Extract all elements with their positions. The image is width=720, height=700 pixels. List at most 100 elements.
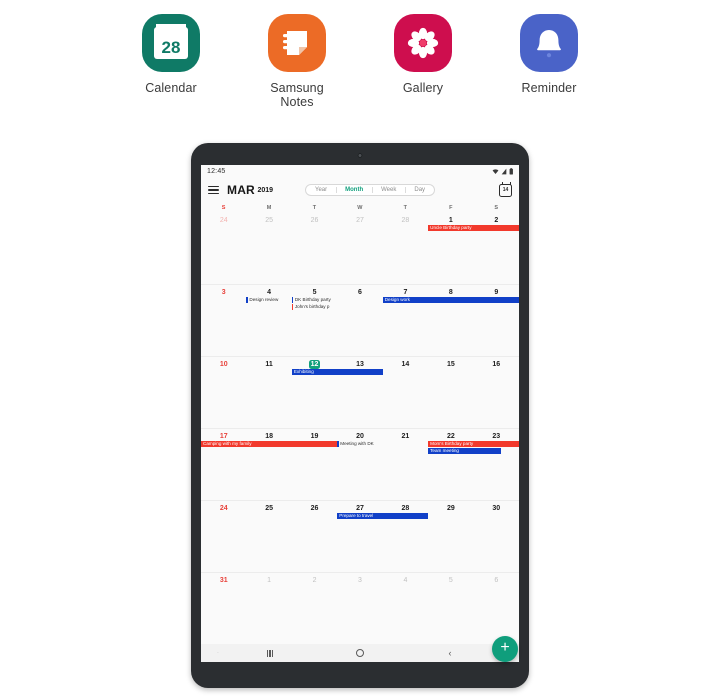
- calendar-day-cell[interactable]: 16: [474, 357, 519, 369]
- calendar-event-bar[interactable]: Exhibiting: [291, 369, 383, 375]
- app-shortcut-gallery[interactable]: Gallery: [377, 14, 469, 109]
- calendar-day-cell[interactable]: 6: [337, 285, 382, 297]
- calendar-day-cell[interactable]: 27: [337, 501, 382, 513]
- page-title-month: MAR: [227, 183, 255, 197]
- calendar-day-cell[interactable]: 20: [337, 429, 382, 441]
- calendar-day-cell[interactable]: 3: [337, 573, 382, 585]
- calendar-day-cell[interactable]: 4: [383, 573, 428, 585]
- calendar-event-bar[interactable]: Prepare to travel: [337, 513, 429, 519]
- tab-month[interactable]: Month: [336, 185, 372, 195]
- calendar-event-bar[interactable]: Design review: [246, 297, 291, 303]
- calendar-icon-day-number: 28: [161, 38, 181, 57]
- calendar-day-cell[interactable]: 24: [201, 501, 246, 513]
- calendar-day-cell[interactable]: 19: [292, 429, 337, 441]
- battery-icon: [509, 168, 513, 175]
- calendar-event-bar[interactable]: Design work: [382, 297, 519, 303]
- calendar-day-cell[interactable]: 25: [246, 213, 291, 225]
- calendar-day-cell[interactable]: 13: [337, 357, 382, 369]
- calendar-day-cell[interactable]: 14: [383, 357, 428, 369]
- day-number-row: 3456789: [201, 285, 519, 297]
- calendar-day-cell[interactable]: 1: [428, 213, 473, 225]
- calendar-day-cell[interactable]: 9: [474, 285, 519, 297]
- app-shortcut-samsung-notes[interactable]: Samsung Notes: [251, 14, 343, 109]
- today-calendar-icon[interactable]: 14: [499, 182, 512, 197]
- calendar-event-bar[interactable]: DK Birthday party: [291, 297, 337, 303]
- nav-left-dot: ·: [217, 650, 219, 656]
- calendar-day-cell[interactable]: 30: [474, 501, 519, 513]
- calendar-event-bar[interactable]: Team meeting: [428, 448, 501, 455]
- calendar-day-cell[interactable]: 26: [292, 213, 337, 225]
- calendar-day-cell[interactable]: 11: [246, 357, 291, 369]
- weekday-header-wed: W: [357, 205, 363, 211]
- calendar-event-bar[interactable]: Uncle Birthday party: [428, 225, 519, 231]
- calendar-event-bar[interactable]: Camping with my family: [201, 441, 338, 447]
- app-shortcut-reminder[interactable]: Reminder: [503, 14, 595, 109]
- calendar-day-cell[interactable]: 7: [383, 285, 428, 297]
- calendar-icon[interactable]: 28: [142, 14, 200, 72]
- calendar-day-cell[interactable]: 31: [201, 573, 246, 585]
- calendar-event-bar[interactable]: Mom's Birthday party: [428, 441, 519, 447]
- calendar-day-cell[interactable]: 23: [474, 429, 519, 441]
- calendar-day-cell[interactable]: 28: [383, 213, 428, 225]
- app-shortcut-row: 28 Calendar Samsung Notes Gallery Remind…: [0, 14, 720, 109]
- calendar-day-cell[interactable]: 24: [201, 213, 246, 225]
- calendar-event-bar[interactable]: John's birthday p: [291, 304, 337, 311]
- calendar-week-row: 17 18 19 20 21 22 23 Camping with my family Meet…: [201, 428, 519, 500]
- status-bar-time: 12:45: [207, 168, 226, 175]
- day-number-row: 24 25 26 27 28 1 2: [201, 213, 519, 225]
- home-icon: [356, 649, 364, 657]
- app-shortcut-calendar[interactable]: 28 Calendar: [125, 14, 217, 109]
- status-bar: 12:45: [201, 165, 519, 178]
- calendar-day-cell[interactable]: 27: [337, 213, 382, 225]
- tablet-screen: 12:45 MAR 2019 Year Month Week Day 14 S …: [201, 165, 519, 662]
- today-icon-number: 14: [502, 187, 509, 193]
- tab-day[interactable]: Day: [405, 185, 434, 195]
- app-shortcut-label-calendar: Calendar: [145, 81, 197, 95]
- calendar-day-cell[interactable]: 4: [246, 285, 291, 297]
- calendar-day-cell[interactable]: 22: [428, 429, 473, 441]
- add-event-button[interactable]: +: [492, 636, 518, 662]
- add-event-plus-icon: +: [500, 639, 510, 656]
- calendar-week-row: 3 4 5 6 7 8 9 Design review DK Birthday party Joh…: [201, 284, 519, 356]
- calendar-week-row: 10 11 12 13 14 15 16 Exhibiting: [201, 356, 519, 428]
- calendar-day-cell[interactable]: 2: [474, 213, 519, 225]
- home-button[interactable]: [315, 649, 405, 657]
- calendar-day-cell[interactable]: 10: [201, 357, 246, 369]
- calendar-day-cell[interactable]: 8: [428, 285, 473, 297]
- flower-gallery-icon[interactable]: [394, 14, 452, 72]
- calendar-day-cell[interactable]: 1: [246, 573, 291, 585]
- back-icon: ‹: [448, 647, 452, 658]
- calendar-day-cell[interactable]: 18: [246, 429, 291, 441]
- bell-icon[interactable]: [520, 14, 578, 72]
- hamburger-menu-icon[interactable]: [208, 185, 219, 195]
- calendar-day-cell[interactable]: 5: [292, 285, 337, 297]
- calendar-day-cell[interactable]: 15: [428, 357, 473, 369]
- calendar-day-cell[interactable]: 26: [292, 501, 337, 513]
- calendar-day-cell[interactable]: 2: [292, 573, 337, 585]
- calendar-day-cell[interactable]: 6: [474, 573, 519, 585]
- calendar-day-cell[interactable]: 3: [201, 285, 246, 297]
- weekday-header-sun: S: [221, 205, 226, 211]
- android-navigation-bar: · ‹: [201, 644, 519, 662]
- status-bar-icons: [492, 168, 514, 175]
- tab-week[interactable]: Week: [372, 185, 405, 195]
- app-shortcut-label-reminder: Reminder: [521, 81, 577, 95]
- tab-year[interactable]: Year: [306, 185, 336, 195]
- calendar-day-cell[interactable]: 17: [201, 429, 246, 441]
- calendar-day-cell[interactable]: 12: [292, 357, 337, 369]
- notes-icon[interactable]: [268, 14, 326, 72]
- weekday-header-thu: T: [403, 205, 408, 211]
- app-shortcut-label-samsung-notes: Samsung Notes: [270, 81, 324, 109]
- weekday-header-fri: F: [449, 205, 453, 211]
- page-title-year: 2019: [257, 186, 274, 194]
- calendar-day-cell[interactable]: 29: [428, 501, 473, 513]
- calendar-day-cell[interactable]: 5: [428, 573, 473, 585]
- calendar-event-bar[interactable]: Meeting with DK: [337, 441, 382, 447]
- back-button[interactable]: ‹: [405, 647, 495, 658]
- recents-button[interactable]: [225, 649, 315, 657]
- calendar-day-cell[interactable]: 28: [383, 501, 428, 513]
- weekday-header-row: S M T W T F S: [201, 202, 519, 213]
- view-mode-switch[interactable]: Year Month Week Day: [305, 184, 436, 196]
- calendar-day-cell[interactable]: 25: [246, 501, 291, 513]
- calendar-day-cell[interactable]: 21: [383, 429, 428, 441]
